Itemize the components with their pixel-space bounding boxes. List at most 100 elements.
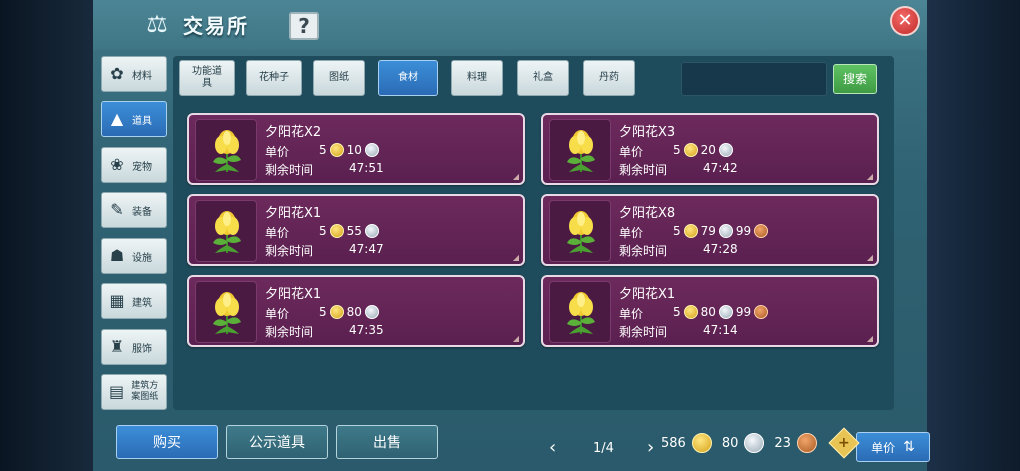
- pagination: ‹ 1/4 ›: [549, 439, 669, 459]
- price-value: 5 79 99: [673, 223, 771, 239]
- buy-button[interactable]: 购买: [116, 425, 218, 459]
- listing-card[interactable]: 夕阳花X3 单价 5 20 剩余时间 47:42 ◢: [541, 113, 879, 185]
- sidebar-item-6[interactable]: ♜ 服饰: [101, 329, 167, 365]
- sort-arrow-icon: ⇅: [903, 439, 915, 455]
- page-indicator: 1/4: [593, 441, 614, 456]
- gold-coin-icon: [683, 305, 698, 319]
- background-left: [0, 0, 95, 471]
- public-items-button[interactable]: 公示道具: [226, 425, 328, 459]
- equipment-icon: ✎: [110, 200, 124, 219]
- listing-card[interactable]: 夕阳花X2 单价 5 10 剩余时间 47:51 ◢: [187, 113, 525, 185]
- sidebar-item-0[interactable]: ✿ 材料: [101, 56, 167, 92]
- item-icon: ▲: [110, 109, 124, 128]
- time-remaining: 47:51: [349, 161, 384, 175]
- listing-card[interactable]: 夕阳花X8 单价 5 79 99 剩余时间 47:28 ◢: [541, 194, 879, 266]
- sidebar-item-label: 设施: [132, 252, 152, 264]
- tab-1[interactable]: 花种子: [246, 60, 302, 96]
- tab-5[interactable]: 礼盒: [517, 60, 569, 96]
- price-value: 5 10: [319, 142, 382, 158]
- item-name: 夕阳花X1: [619, 287, 676, 302]
- close-icon: ✕: [897, 10, 913, 31]
- gold-coin-icon: [329, 224, 344, 238]
- corner-mark-icon: ◢: [512, 172, 519, 181]
- item-name: 夕阳花X8: [619, 206, 676, 221]
- sunset-flower-icon: [563, 290, 599, 336]
- sidebar-item-3[interactable]: ✎ 装备: [101, 192, 167, 228]
- copper-coin-icon: [754, 224, 769, 238]
- item-thumbnail: [195, 119, 257, 181]
- tab-6[interactable]: 丹药: [583, 60, 635, 96]
- price-silver: 79: [700, 224, 716, 238]
- sidebar-item-label: 宠物: [132, 161, 152, 173]
- price-label: 单价: [619, 145, 644, 159]
- price-silver: 80: [346, 305, 362, 319]
- gold-coin-icon: [691, 433, 712, 453]
- sidebar-item-label: 装备: [132, 206, 152, 218]
- sell-button[interactable]: 出售: [336, 425, 438, 459]
- tab-4[interactable]: 料理: [451, 60, 503, 96]
- copper-coin-icon: [754, 305, 769, 319]
- price-value: 5 20: [673, 142, 736, 158]
- clothing-icon: ♜: [109, 337, 125, 356]
- search-button[interactable]: 搜索: [833, 64, 877, 94]
- silver-coin-icon: [718, 143, 733, 157]
- close-button[interactable]: ✕: [890, 6, 920, 36]
- help-button[interactable]: ?: [289, 12, 319, 40]
- silver-coin-icon: [744, 433, 765, 453]
- copper-amount: 23: [774, 435, 791, 451]
- price-gold: 5: [673, 224, 681, 238]
- sidebar-item-2[interactable]: ❀ 宠物: [101, 147, 167, 183]
- item-name: 夕阳花X3: [619, 125, 676, 140]
- corner-mark-icon: ◢: [866, 253, 873, 262]
- sidebar-item-1[interactable]: ▲ 道具: [101, 101, 167, 137]
- corner-mark-icon: ◢: [866, 172, 873, 181]
- sidebar-item-4[interactable]: ☗ 设施: [101, 238, 167, 274]
- sort-price-button[interactable]: 单价 ⇅: [856, 432, 930, 462]
- item-thumbnail: [549, 200, 611, 262]
- sort-label: 单价: [871, 440, 896, 455]
- listing-card[interactable]: 夕阳花X1 单价 5 80 99 剩余时间 47:14 ◢: [541, 275, 879, 347]
- silver-coin-icon: [364, 143, 379, 157]
- tab-0[interactable]: 功能道具: [179, 60, 235, 96]
- time-label: 剩余时间: [265, 244, 314, 258]
- price-silver: 80: [700, 305, 716, 319]
- silver-coin-icon: [718, 305, 733, 319]
- listing-card[interactable]: 夕阳花X1 单价 5 80 剩余时间 47:35 ◢: [187, 275, 525, 347]
- item-thumbnail: [549, 119, 611, 181]
- add-currency-button[interactable]: +: [828, 427, 860, 459]
- plus-icon: +: [838, 434, 850, 451]
- sidebar-item-label: 道具: [132, 115, 152, 127]
- price-gold: 5: [673, 143, 681, 157]
- tab-2[interactable]: 图纸: [313, 60, 365, 96]
- sidebar-item-5[interactable]: ▦ 建筑: [101, 283, 167, 319]
- silver-coin-icon: [364, 305, 379, 319]
- price-silver: 55: [346, 224, 362, 238]
- corner-mark-icon: ◢: [512, 334, 519, 343]
- prev-page-icon[interactable]: ‹: [549, 439, 556, 457]
- listing-card[interactable]: 夕阳花X1 单价 5 55 剩余时间 47:47 ◢: [187, 194, 525, 266]
- corner-mark-icon: ◢: [866, 334, 873, 343]
- price-label: 单价: [619, 226, 644, 240]
- corner-mark-icon: ◢: [512, 253, 519, 262]
- time-label: 剩余时间: [265, 163, 314, 177]
- sidebar-item-label: 材料: [132, 70, 152, 82]
- time-label: 剩余时间: [619, 325, 668, 339]
- silver-coin-icon: [364, 224, 379, 238]
- sunset-flower-icon: [563, 128, 599, 174]
- sidebar-item-label: 建筑: [132, 297, 152, 309]
- listing-area: 功能道具 花种子 图纸 食材 料理 礼盒 丹药 搜索 夕阳花X2 单价 5 10 剩余时间 47:51…: [173, 56, 930, 462]
- gold-coin-icon: [329, 305, 344, 319]
- sidebar-item-7[interactable]: ▤ 建筑方案图纸: [101, 374, 167, 410]
- price-gold: 5: [319, 143, 327, 157]
- page-title: 交易所: [183, 14, 249, 38]
- price-label: 单价: [265, 145, 290, 159]
- search-input[interactable]: [681, 62, 827, 96]
- price-copper: 99: [735, 224, 752, 238]
- price-label: 单价: [619, 307, 644, 321]
- price-silver: 10: [346, 143, 362, 157]
- time-remaining: 47:28: [703, 242, 738, 256]
- gold-coin-icon: [683, 224, 698, 238]
- next-page-icon[interactable]: ›: [647, 439, 654, 457]
- time-remaining: 47:14: [703, 323, 738, 337]
- tab-3[interactable]: 食材: [378, 60, 438, 96]
